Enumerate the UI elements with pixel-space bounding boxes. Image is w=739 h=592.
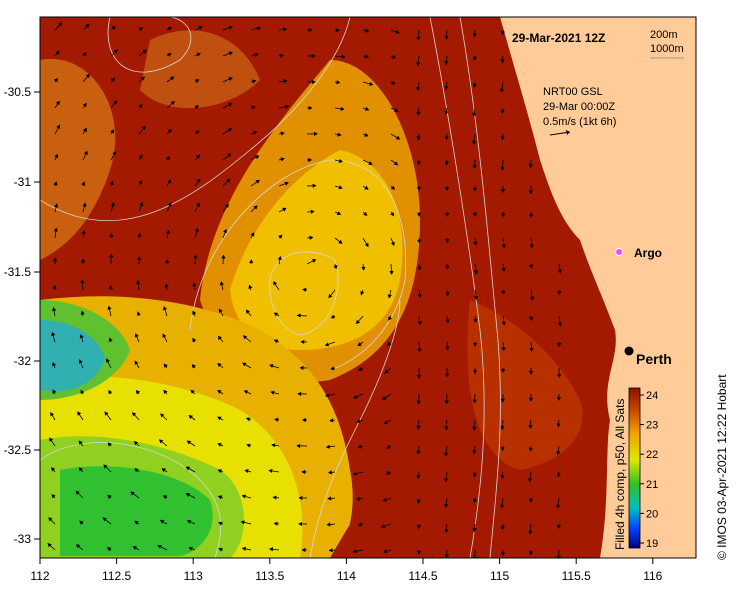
x-tick-label: 113.5	[255, 569, 284, 583]
current-model: NRT00 GSL	[543, 86, 603, 98]
x-tick-label: 112	[30, 569, 49, 583]
city-marker	[624, 346, 634, 356]
y-tick-label: -32.5	[4, 443, 32, 457]
colorbar-tick-label: 20	[646, 508, 658, 520]
y-tick-label: -32	[14, 354, 32, 368]
legend-line-1000m: 1000m	[650, 43, 684, 55]
colorbar-tick-label: 23	[646, 420, 658, 432]
colorbar	[628, 387, 641, 549]
x-tick-label: 115.5	[562, 569, 591, 583]
city-label: Perth	[636, 351, 672, 367]
current-scale: 0.5m/s (1kt 6h)	[543, 116, 616, 128]
sst-map: 112 112.5 113 113.5 114 114.5 115 115.5 116 -30.…	[4, 16, 729, 583]
current-time: 29-Mar 00:00Z	[543, 101, 615, 113]
colorbar-tick-label: 22	[646, 449, 658, 461]
x-tick-label: 116	[643, 569, 662, 583]
timestamp: 29-Mar-2021 12Z	[512, 31, 605, 45]
x-tick-label: 112.5	[102, 569, 131, 583]
y-tick-label: -33	[14, 532, 32, 546]
y-tick-label: -31.5	[4, 265, 32, 279]
x-axis: 112 112.5 113 113.5 114 114.5 115 115.5 116	[30, 558, 663, 583]
sst-field	[40, 17, 696, 558]
x-tick-label: 114.5	[408, 569, 437, 583]
y-tick-label: -30.5	[4, 85, 32, 99]
y-tick-label: -31	[14, 175, 32, 189]
colorbar-title: Filled 4h comp, p50, All Sats	[613, 399, 627, 550]
x-tick-label: 114	[337, 569, 356, 583]
argo-float-marker	[615, 248, 623, 256]
argo-label: Argo	[634, 246, 662, 260]
y-axis: -30.5 -31 -31.5 -32 -32.5 -33	[4, 85, 40, 546]
x-tick-label: 113	[184, 569, 203, 583]
legend-line-200m: 200m	[650, 29, 678, 41]
colorbar-tick-label: 19	[646, 538, 658, 550]
credit-text: © IMOS 03-Apr-2021 12:22 Hobart	[715, 374, 729, 560]
x-tick-label: 115	[490, 569, 509, 583]
colorbar-tick-label: 24	[646, 390, 658, 402]
colorbar-tick-label: 21	[646, 479, 658, 491]
